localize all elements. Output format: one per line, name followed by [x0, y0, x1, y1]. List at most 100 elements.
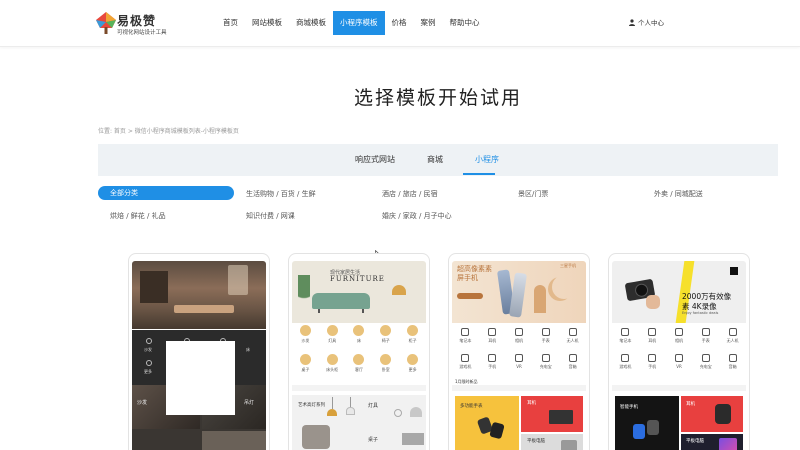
template-preview: 现代家居生活 FURNITURE 沙发 灯具 床 椅子 柜子 桌子 床头柜 客厅… [292, 261, 426, 450]
category-label: 充电宝 [699, 364, 712, 369]
promo-block: 平板电脑 [681, 434, 743, 450]
category-label: 手表 [701, 338, 710, 343]
nav-help-center[interactable]: 帮助中心 [443, 11, 487, 35]
tab-miniprogram[interactable]: 小程序 [475, 154, 499, 165]
breadcrumb: 位置: 首页 > 微信小程序商城模板列表-小程序模板页 [98, 128, 239, 135]
filter-delivery[interactable]: 外卖 / 同城配送 [654, 189, 703, 199]
logo-tree-icon [96, 12, 116, 34]
category-label: 床 [246, 347, 250, 352]
phone-icon [488, 354, 497, 362]
user-icon [629, 18, 635, 26]
power-bank-icon [541, 354, 550, 362]
category-label: 充电宝 [539, 364, 552, 369]
template-card-digital-warm[interactable]: 超高像素素 屏手机 三星手机 笔记本 耳机 相机 手表 无人机 游戏机 手机 V… [448, 253, 590, 450]
logo-title: 易极赞 [117, 14, 157, 28]
promo-block: 多功能手表 [455, 396, 519, 450]
nav-pricing[interactable]: 价格 [385, 11, 414, 35]
chair-icon [380, 325, 392, 336]
promo-label: 智能手机 [620, 405, 638, 410]
page-title: 选择模板开始试用 [353, 87, 522, 109]
category-label: 卧室 [381, 367, 390, 372]
banner-subtitle: Enjoy fantastic deals [682, 311, 719, 315]
promo-label: 耳机 [686, 402, 695, 407]
camera-icon [674, 328, 683, 336]
category-label: 沙发 [301, 338, 310, 343]
category-label: 客厅 [354, 367, 363, 372]
tab-shop[interactable]: 商城 [427, 154, 443, 165]
camera-icon [514, 328, 523, 336]
section-label: 桌子 [368, 437, 379, 443]
category-label: 无人机 [566, 338, 579, 343]
promo-block: 平板电脑 [521, 434, 583, 450]
template-preview: 2000万有效像 素 4K录像 Enjoy fantastic deals 笔记… [612, 261, 746, 450]
category-label: 游戏机 [619, 364, 632, 369]
nav-cases[interactable]: 案例 [414, 11, 443, 35]
logo-subtitle: 可视化网站设计工具 [117, 30, 167, 36]
promo-label: 平板电脑 [686, 439, 704, 444]
bedroom-icon [380, 354, 392, 365]
template-card-furniture-dark[interactable]: 沙发 餐椅 吊灯 床 更多 沙发 吊灯 [128, 253, 270, 450]
section-label: 灯具 [368, 403, 379, 409]
category-label: 桌子 [301, 367, 310, 372]
headphones-icon [488, 328, 497, 336]
filter-all[interactable]: 全部分类 [98, 186, 234, 200]
category-label: 床 [356, 338, 361, 343]
more-icon [407, 354, 419, 365]
filter-knowledge[interactable]: 知识付费 / 网课 [246, 211, 295, 221]
category-label: 耳机 [488, 338, 497, 343]
laptop-icon [621, 328, 630, 336]
template-card-furniture-light[interactable]: 现代家居生活 FURNITURE 沙发 灯具 床 椅子 柜子 桌子 床头柜 客厅… [288, 253, 430, 450]
filter-wedding[interactable]: 婚庆 / 家政 / 月子中心 [382, 211, 452, 221]
template-card-digital-camera[interactable]: 2000万有效像 素 4K录像 Enjoy fantastic deals 笔记… [608, 253, 750, 450]
banner-title: 屏手机 [457, 274, 478, 282]
promo-block: 耳机 [681, 396, 743, 432]
promo-label: 多功能手表 [460, 404, 483, 409]
filter-scenic[interactable]: 景区/门票 [518, 189, 548, 199]
user-center-label: 个人中心 [638, 19, 664, 27]
category-label: 音箱 [568, 364, 577, 369]
category-label: 柜子 [408, 338, 417, 343]
banner-image: 现代家居生活 FURNITURE [292, 261, 426, 323]
banner-image: 2000万有效像 素 4K录像 Enjoy fantastic deals [612, 261, 746, 323]
banner-title: FURNITURE [330, 275, 385, 283]
section-label: 吊灯 [244, 400, 255, 406]
promo-block: 智能手机 [615, 396, 679, 450]
category-label: 笔记本 [459, 338, 472, 343]
nav-website-templates[interactable]: 网站模板 [245, 11, 289, 35]
category-label: 床头柜 [326, 367, 339, 372]
drone-icon [568, 328, 577, 336]
nav-shop-templates[interactable]: 商城模板 [289, 11, 333, 35]
template-preview: 沙发 餐椅 吊灯 床 更多 沙发 吊灯 [132, 261, 266, 450]
category-label: 音箱 [728, 364, 737, 369]
power-bank-icon [701, 354, 710, 362]
speaker-icon [728, 354, 737, 362]
promo-label: 平板电脑 [527, 439, 545, 444]
section-label: 艺术高灯系列 [298, 403, 325, 408]
category-label: 手机 [648, 364, 657, 369]
lamp-icon [326, 325, 338, 336]
product-section: 艺术高灯系列 灯具 桌子 [292, 395, 426, 450]
category-label: VR [516, 364, 522, 369]
gamepad-icon [621, 354, 630, 362]
promo-label: 耳机 [527, 401, 536, 406]
filter-shopping[interactable]: 生活购物 / 百货 / 生鲜 [246, 189, 316, 199]
tab-responsive-website[interactable]: 响应式网站 [355, 154, 395, 165]
vr-icon [514, 354, 523, 362]
laptop-icon [461, 328, 470, 336]
vr-icon [674, 354, 683, 362]
filter-hotel[interactable]: 酒店 / 旅店 / 民宿 [382, 189, 438, 199]
gamepad-icon [461, 354, 470, 362]
site-logo[interactable]: 易极赞 可视化网站设计工具 [95, 9, 175, 39]
banner-tag: 三星手机 [560, 263, 576, 268]
nav-home[interactable]: 首页 [216, 11, 245, 35]
category-label: 耳机 [648, 338, 657, 343]
promo-block: 耳机 [521, 396, 583, 432]
nav-miniprogram-templates[interactable]: 小程序模板 [333, 11, 385, 35]
filter-bakery[interactable]: 烘焙 / 鲜花 / 礼品 [110, 211, 166, 221]
watch-icon [701, 328, 710, 336]
watch-icon [541, 328, 550, 336]
template-preview: 超高像素素 屏手机 三星手机 笔记本 耳机 相机 手表 无人机 游戏机 手机 V… [452, 261, 586, 450]
category-label: 沙发 [144, 347, 152, 352]
user-center-link[interactable]: 个人中心 [629, 17, 664, 27]
category-label: 相机 [674, 338, 683, 343]
